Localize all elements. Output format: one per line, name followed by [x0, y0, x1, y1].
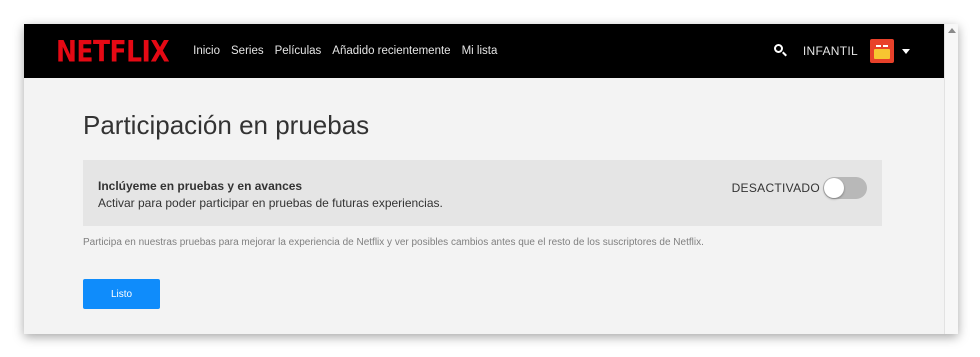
nav-link-mi-lista[interactable]: Mi lista — [462, 45, 498, 57]
nav-link-series[interactable]: Series — [231, 45, 264, 57]
primary-nav: Inicio Series Películas Añadido reciente… — [193, 45, 497, 57]
nav-link-peliculas[interactable]: Películas — [275, 45, 322, 57]
top-navbar: NETFLIX Inicio Series Películas Añadido … — [24, 24, 944, 78]
toggle-state-label: DESACTIVADO — [731, 181, 820, 195]
test-participation-setting: Inclúyeme en pruebas y en avances Activa… — [83, 160, 882, 226]
page-title: Participación en pruebas — [83, 110, 370, 140]
setting-title: Inclúyeme en pruebas y en avances — [98, 179, 303, 193]
participation-toggle[interactable]: DESACTIVADO — [732, 177, 867, 199]
nav-link-anadido-recientemente[interactable]: Añadido recientemente — [332, 45, 450, 57]
setting-description: Activar para poder participar en pruebas… — [98, 196, 443, 210]
toggle-knob — [824, 178, 844, 198]
toggle-switch[interactable] — [823, 177, 867, 199]
main-content: Participación en pruebas Inclúyeme en pr… — [83, 110, 883, 309]
chevron-down-icon[interactable] — [902, 48, 910, 54]
done-button[interactable]: Listo — [83, 279, 160, 309]
browser-window: NETFLIX Inicio Series Películas Añadido … — [24, 24, 958, 334]
netflix-logo[interactable]: NETFLIX — [56, 34, 170, 68]
info-text: Participa en nuestras pruebas para mejor… — [83, 237, 704, 248]
nav-link-inicio[interactable]: Inicio — [193, 45, 220, 57]
secondary-nav: INFANTIL — [773, 39, 910, 63]
search-icon[interactable] — [773, 43, 789, 59]
profile-name[interactable]: INFANTIL — [803, 44, 858, 58]
scroll-up-icon[interactable] — [948, 28, 956, 33]
vertical-scrollbar[interactable] — [944, 24, 958, 334]
profile-avatar[interactable] — [870, 39, 894, 63]
